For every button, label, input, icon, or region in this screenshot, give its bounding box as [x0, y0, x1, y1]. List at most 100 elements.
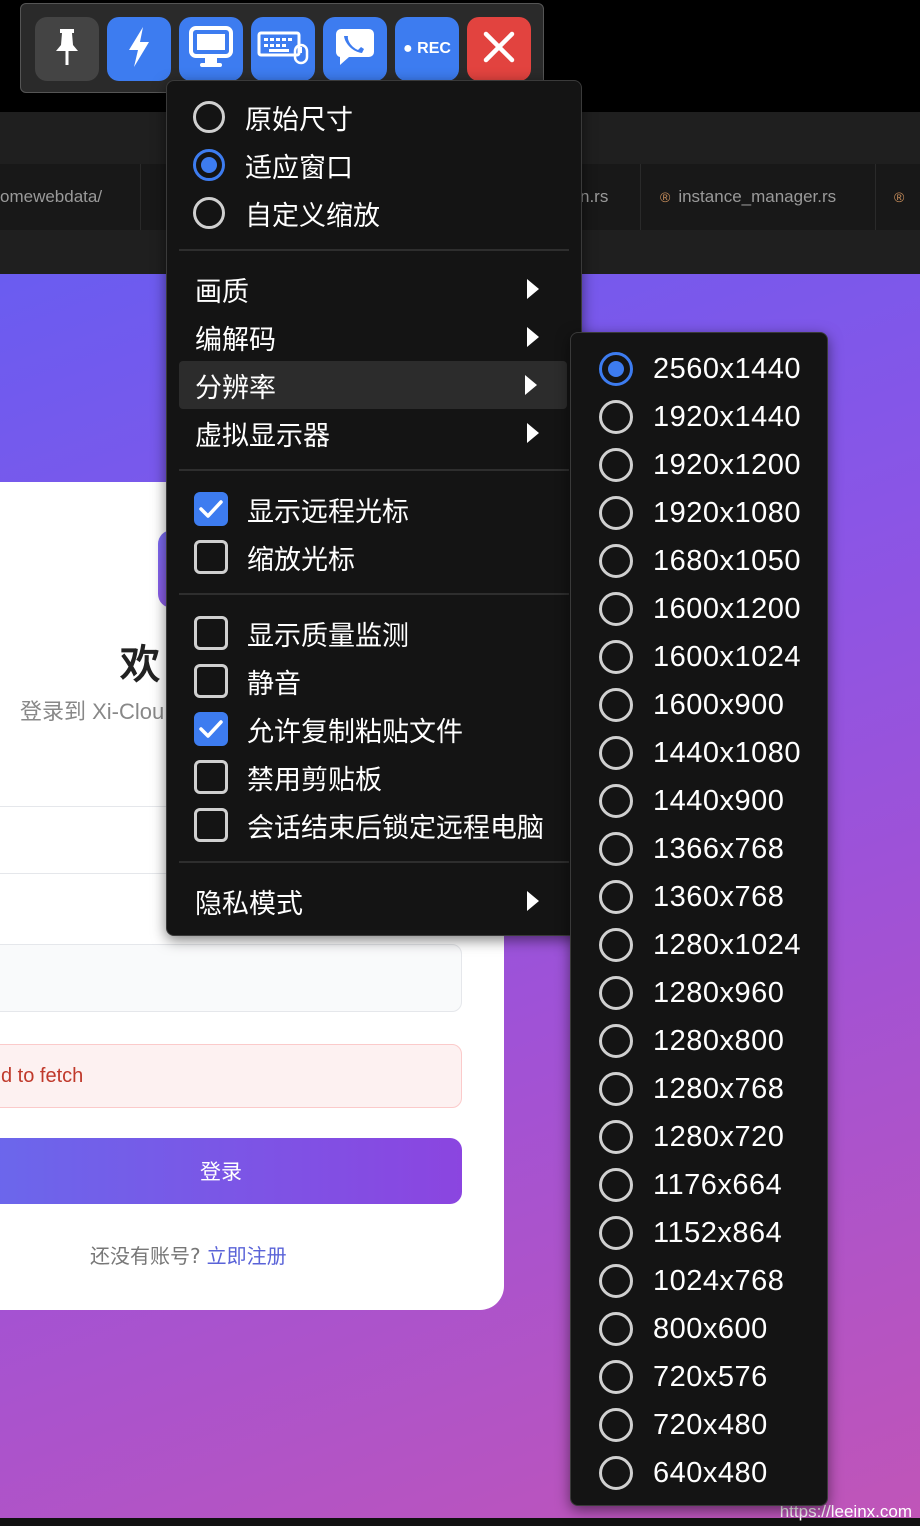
checkbox-checked-icon: [194, 712, 228, 746]
menu-item-label: 允许复制粘贴文件: [247, 716, 463, 748]
resolution-option[interactable]: 800x600: [571, 1305, 827, 1353]
resolution-option[interactable]: 1920x1440: [571, 393, 827, 441]
menu-item-image-quality[interactable]: 画质: [167, 265, 581, 313]
resolution-option[interactable]: 1600x900: [571, 681, 827, 729]
menu-item-label: 隐私模式: [195, 888, 303, 920]
menu-item-disable-clipboard[interactable]: 禁用剪贴板: [167, 753, 581, 801]
checkbox-icon: [194, 616, 228, 650]
menu-item-resolution[interactable]: 分辨率: [179, 361, 567, 409]
radio-icon: [599, 1312, 633, 1346]
chat-button[interactable]: [323, 17, 387, 81]
menu-item-custom-scale[interactable]: 自定义缩放: [167, 189, 581, 237]
resolution-option[interactable]: 640x480: [571, 1449, 827, 1497]
display-button[interactable]: [179, 17, 243, 81]
editor-tab-more[interactable]: ®: [876, 164, 920, 230]
editor-tab-path[interactable]: omewebdata/: [0, 164, 141, 230]
editor-tab-instance-manager[interactable]: ® instance_manager.rs: [640, 164, 876, 230]
resolution-option[interactable]: 1280x768: [571, 1065, 827, 1113]
password-field[interactable]: [0, 944, 462, 1012]
menu-separator: [179, 249, 569, 251]
radio-icon: [599, 496, 633, 530]
menu-item-original-size[interactable]: 原始尺寸: [167, 93, 581, 141]
radio-icon: [599, 976, 633, 1010]
resolution-label: 1360x768: [653, 880, 785, 913]
resolution-option[interactable]: 1366x768: [571, 825, 827, 873]
menu-item-fit-window[interactable]: 适应窗口: [167, 141, 581, 189]
resolution-label: 720x480: [653, 1408, 768, 1441]
resolution-option[interactable]: 1152x864: [571, 1209, 827, 1257]
chevron-right-icon: [527, 279, 539, 299]
resolution-option[interactable]: 720x576: [571, 1353, 827, 1401]
keyboard-button[interactable]: [251, 17, 315, 81]
resolution-submenu: 2560x1440 1920x1440 1920x1200 1920x1080 1680…: [570, 332, 828, 1506]
resolution-option[interactable]: 720x480: [571, 1401, 827, 1449]
resolution-option[interactable]: 1176x664: [571, 1161, 827, 1209]
pin-button[interactable]: [35, 17, 99, 81]
menu-item-allow-file-copy-paste[interactable]: 允许复制粘贴文件: [167, 705, 581, 753]
editor-tab-rs[interactable]: n.rs: [580, 164, 641, 230]
error-message: d to fetch: [0, 1044, 462, 1108]
record-icon: ● REC: [403, 40, 451, 57]
resolution-option[interactable]: 1280x800: [571, 1017, 827, 1065]
resolution-option[interactable]: 1280x960: [571, 969, 827, 1017]
login-button[interactable]: 登录: [0, 1138, 462, 1204]
menu-item-lock-after-session[interactable]: 会话结束后锁定远程电脑: [167, 801, 581, 849]
menu-item-label: 会话结束后锁定远程电脑: [247, 812, 544, 844]
resolution-label: 1440x900: [653, 784, 785, 817]
resolution-label: 800x600: [653, 1312, 768, 1345]
actions-button[interactable]: [107, 17, 171, 81]
radio-icon: [599, 1264, 633, 1298]
menu-item-zoom-cursor[interactable]: 缩放光标: [167, 533, 581, 581]
menu-item-quality-monitor[interactable]: 显示质量监测: [167, 609, 581, 657]
close-button[interactable]: [467, 17, 531, 81]
resolution-option[interactable]: 2560x1440: [571, 345, 827, 393]
resolution-label: 1280x768: [653, 1072, 785, 1105]
menu-separator: [179, 861, 569, 863]
radio-icon: [599, 784, 633, 818]
menu-separator: [179, 593, 569, 595]
menu-item-mute[interactable]: 静音: [167, 657, 581, 705]
resolution-option[interactable]: 1280x1024: [571, 921, 827, 969]
menu-item-label: 显示远程光标: [247, 496, 409, 528]
resolution-option[interactable]: 1280x720: [571, 1113, 827, 1161]
radio-icon: [599, 832, 633, 866]
chevron-right-icon: [527, 423, 539, 443]
radio-icon: [599, 688, 633, 722]
radio-icon: [599, 1456, 633, 1490]
menu-item-label: 适应窗口: [245, 152, 353, 184]
resolution-label: 1280x720: [653, 1120, 785, 1153]
resolution-option[interactable]: 1024x768: [571, 1257, 827, 1305]
resolution-label: 1280x960: [653, 976, 785, 1009]
resolution-option[interactable]: 1920x1080: [571, 489, 827, 537]
radio-icon: [599, 736, 633, 770]
menu-item-label: 虚拟显示器: [195, 420, 330, 452]
record-label: REC: [417, 40, 451, 57]
pin-icon: [52, 27, 82, 71]
resolution-label: 1280x800: [653, 1024, 785, 1057]
radio-icon: [599, 544, 633, 578]
menu-item-privacy-mode[interactable]: 隐私模式: [167, 877, 581, 925]
chevron-right-icon: [527, 327, 539, 347]
menu-item-show-remote-cursor[interactable]: 显示远程光标: [167, 485, 581, 533]
resolution-label: 1920x1080: [653, 496, 802, 529]
welcome-heading: 欢: [120, 642, 160, 688]
radio-icon: [599, 400, 633, 434]
menu-item-codec[interactable]: 编解码: [167, 313, 581, 361]
register-link[interactable]: 立即注册: [207, 1244, 287, 1268]
editor-tab-label: n.rs: [580, 187, 609, 206]
menu-item-label: 禁用剪贴板: [247, 764, 382, 796]
resolution-option[interactable]: 1600x1024: [571, 633, 827, 681]
resolution-option[interactable]: 1440x900: [571, 777, 827, 825]
resolution-option[interactable]: 1440x1080: [571, 729, 827, 777]
resolution-option[interactable]: 1600x1200: [571, 585, 827, 633]
rust-file-icon: ®: [894, 189, 905, 205]
editor-tab-label: omewebdata/: [0, 187, 103, 206]
resolution-label: 1280x1024: [653, 928, 802, 961]
resolution-label: 1920x1200: [653, 448, 802, 481]
record-button[interactable]: ● REC: [395, 17, 459, 81]
chevron-right-icon: [527, 891, 539, 911]
resolution-option[interactable]: 1680x1050: [571, 537, 827, 585]
menu-item-virtual-display[interactable]: 虚拟显示器: [167, 409, 581, 457]
resolution-option[interactable]: 1920x1200: [571, 441, 827, 489]
resolution-option[interactable]: 1360x768: [571, 873, 827, 921]
